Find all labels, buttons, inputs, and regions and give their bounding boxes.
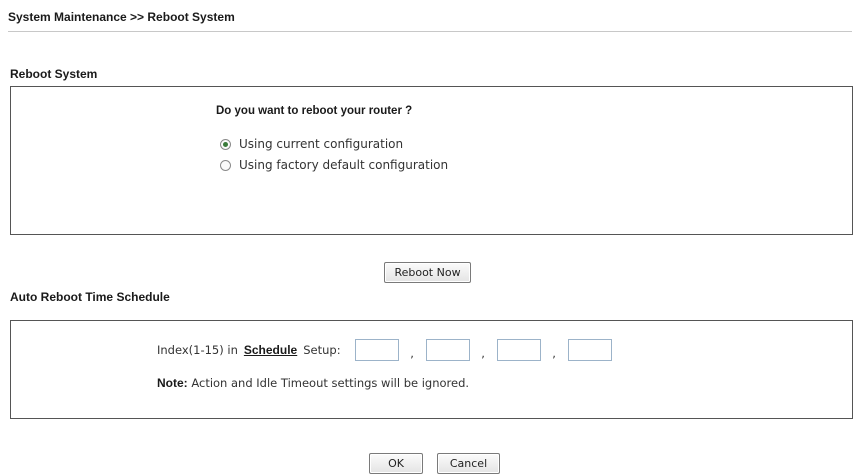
schedule-link[interactable]: Schedule <box>244 343 297 357</box>
note-text: Action and Idle Timeout settings will be… <box>191 376 470 390</box>
setup-label: Setup: <box>303 343 341 357</box>
ok-button[interactable]: OK <box>369 453 423 474</box>
reboot-section-title: Reboot System <box>10 67 98 81</box>
schedule-index-row: Index(1-15) in Schedule Setup: , , , <box>157 339 612 361</box>
option-factory-default-label: Using factory default configuration <box>239 158 449 172</box>
separator: , <box>552 346 556 360</box>
title-divider <box>8 31 852 32</box>
reboot-question: Do you want to reboot your router ? <box>216 105 413 117</box>
schedule-section-title: Auto Reboot Time Schedule <box>10 290 170 304</box>
page-title: System Maintenance >> Reboot System <box>8 10 235 24</box>
reboot-system-page: System Maintenance >> Reboot System Rebo… <box>0 0 856 476</box>
note-label: Note: <box>157 376 188 390</box>
radio-current-config[interactable] <box>220 138 231 150</box>
index-prefix-label: Index(1-15) in <box>157 343 238 357</box>
cancel-button[interactable]: Cancel <box>437 453 500 474</box>
radio-factory-default[interactable] <box>220 159 231 171</box>
reboot-now-button[interactable]: Reboot Now <box>384 262 471 283</box>
schedule-index-input-1[interactable] <box>354 339 399 361</box>
schedule-panel: Index(1-15) in Schedule Setup: , , , Not… <box>10 320 853 419</box>
option-current-config-label: Using current configuration <box>239 137 404 151</box>
option-factory-default[interactable]: Using factory default configuration <box>220 158 448 172</box>
separator: , <box>410 346 414 360</box>
option-current-config[interactable]: Using current configuration <box>220 137 403 151</box>
reboot-panel: Do you want to reboot your router ? Usin… <box>10 86 853 235</box>
schedule-note: Note: Action and Idle Timeout settings w… <box>157 376 469 390</box>
separator: , <box>481 346 485 360</box>
schedule-index-input-3[interactable] <box>496 339 541 361</box>
schedule-index-input-4[interactable] <box>567 339 612 361</box>
schedule-index-input-2[interactable] <box>425 339 470 361</box>
